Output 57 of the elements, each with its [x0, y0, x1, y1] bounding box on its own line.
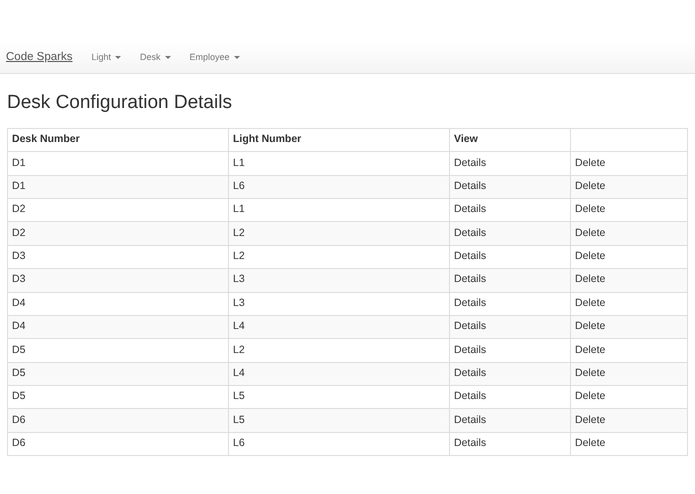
- delete-link[interactable]: Delete: [575, 320, 606, 332]
- details-link[interactable]: Details: [454, 344, 486, 356]
- caret-icon: [115, 56, 122, 59]
- table-cell: D5: [8, 362, 228, 386]
- details-link[interactable]: Details: [454, 180, 486, 192]
- brand-link[interactable]: Code Sparks: [6, 48, 72, 66]
- delete-link[interactable]: Delete: [575, 180, 606, 192]
- delete-link[interactable]: Delete: [575, 273, 606, 286]
- table-cell: L4: [228, 315, 450, 339]
- delete-link[interactable]: Delete: [575, 390, 606, 402]
- table-cell: L1: [228, 152, 450, 176]
- column-header: Desk Number: [8, 128, 228, 152]
- details-link[interactable]: Details: [454, 367, 486, 380]
- table-cell: D6: [8, 432, 228, 456]
- delete-link[interactable]: Delete: [575, 250, 606, 262]
- details-link[interactable]: Details: [454, 320, 486, 332]
- details-link[interactable]: Details: [454, 203, 486, 216]
- table-cell: L3: [228, 292, 450, 316]
- table-cell: L4: [228, 362, 450, 386]
- dropdown-menu-toggle[interactable]: Desk: [140, 50, 171, 64]
- delete-link[interactable]: Delete: [575, 156, 606, 168]
- delete-link[interactable]: Delete: [575, 437, 606, 450]
- table-cell: L6: [228, 175, 450, 198]
- details-link[interactable]: Details: [454, 390, 486, 402]
- delete-link[interactable]: Delete: [575, 344, 606, 356]
- details-link[interactable]: Details: [454, 437, 486, 450]
- details-link[interactable]: Details: [454, 273, 486, 286]
- caret-icon: [164, 56, 171, 59]
- table-cell: D6: [8, 408, 228, 432]
- delete-link[interactable]: Delete: [575, 367, 606, 380]
- table-cell: D4: [8, 315, 228, 339]
- details-link[interactable]: Details: [454, 296, 486, 309]
- dropdown-menu-toggle[interactable]: Light: [91, 50, 122, 64]
- details-link[interactable]: Details: [454, 156, 486, 168]
- details-link[interactable]: Details: [454, 250, 486, 262]
- column-header: View: [450, 128, 570, 152]
- caret-icon: [234, 56, 240, 59]
- table-cell: D4: [8, 292, 228, 316]
- table-cell: L6: [228, 432, 450, 456]
- table-cell: L2: [228, 222, 450, 246]
- table-cell: L3: [228, 268, 450, 292]
- details-link[interactable]: Details: [454, 226, 486, 239]
- table-cell: D2: [8, 222, 228, 246]
- page-heading: Desk Configuration Details: [7, 92, 233, 115]
- delete-link[interactable]: Delete: [575, 226, 606, 239]
- dropdown-menu-toggle[interactable]: Employee: [190, 50, 240, 64]
- table-cell: D5: [8, 338, 228, 362]
- table-cell: D3: [8, 268, 228, 292]
- table-cell: D1: [8, 175, 228, 198]
- table-cell: L5: [228, 408, 450, 432]
- table-cell: D1: [8, 152, 228, 176]
- details-link[interactable]: Details: [454, 414, 486, 426]
- delete-link[interactable]: Delete: [575, 414, 606, 426]
- table-cell: L2: [228, 338, 450, 362]
- delete-link[interactable]: Delete: [575, 296, 606, 309]
- column-header: Light Number: [228, 128, 450, 152]
- delete-link[interactable]: Delete: [575, 203, 606, 216]
